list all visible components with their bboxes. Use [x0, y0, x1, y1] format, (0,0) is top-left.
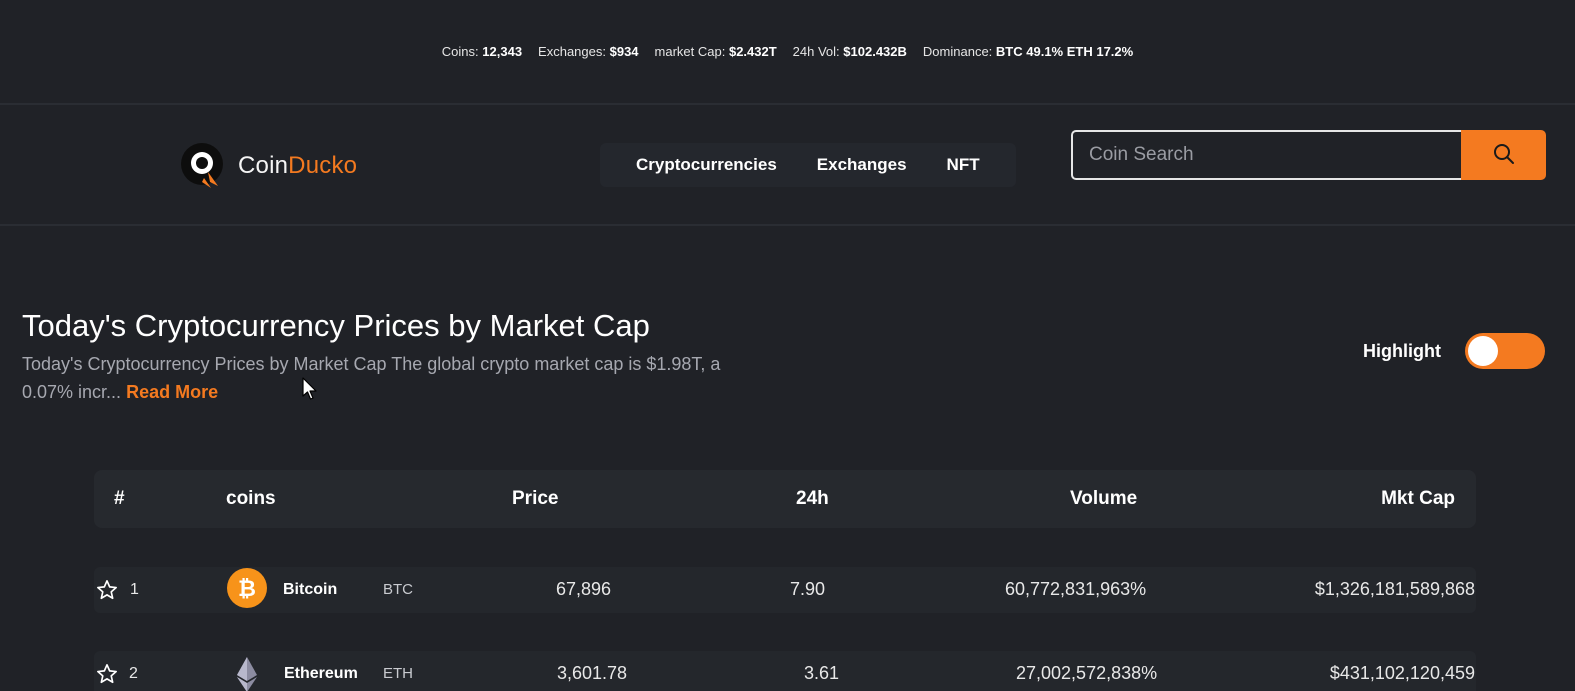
coin-market-cap: $431,102,120,459 [1329, 663, 1475, 683]
stat-coins: Coins: 12,343 [441, 44, 523, 59]
header-coins[interactable]: coins [226, 488, 276, 510]
read-more-link[interactable]: Read More [126, 382, 218, 402]
star-icon[interactable] [96, 579, 118, 601]
coin-symbol: BTC [383, 581, 413, 598]
search-icon [1492, 142, 1516, 169]
coin-24h-change: 7.90 [790, 579, 826, 599]
page-title: Today's Cryptocurrency Prices by Market … [22, 308, 650, 343]
global-stats-bar: Coins: 12,343 Exchanges: $934 market Cap… [0, 0, 1575, 103]
main-nav: Cryptocurrencies Exchanges NFT [600, 143, 1016, 187]
site-logo[interactable]: CoinDucko [178, 142, 357, 190]
svg-text:₿: ₿ [238, 577, 256, 602]
coin-24h-change: 3.61 [804, 663, 840, 683]
row-rank: 2 [129, 665, 138, 682]
coin-volume: 27,002,572,838% [1016, 663, 1158, 683]
highlight-control: Highlight [1363, 333, 1545, 369]
duck-logo-icon [178, 142, 226, 190]
nav-exchanges[interactable]: Exchanges [817, 155, 907, 175]
coin-search [1071, 130, 1546, 180]
coin-volume: 60,772,831,963% [1005, 579, 1147, 599]
coin-symbol: ETH [383, 665, 413, 682]
coin-market-cap: $1,326,181,589,868 [1314, 579, 1475, 599]
search-button[interactable] [1461, 130, 1546, 180]
header-price[interactable]: Price [512, 488, 558, 510]
nav-cryptocurrencies[interactable]: Cryptocurrencies [636, 155, 777, 175]
coin-name[interactable]: Ethereum [284, 665, 358, 683]
stat-24h-volume: 24h Vol: $102.432B [792, 44, 907, 59]
bitcoin-icon: ₿ [227, 568, 267, 608]
header-rank[interactable]: # [114, 488, 125, 510]
stat-exchanges: Exchanges: $934 [538, 44, 639, 59]
coin-name[interactable]: Bitcoin [283, 581, 337, 599]
table-row[interactable]: 1 ₿ Bitcoin BTC 67,896 7.90 60,772,831,9… [94, 567, 1476, 613]
header-mkt-cap[interactable]: Mkt Cap [1381, 488, 1455, 510]
stat-market-cap: market Cap: $2.432T [654, 44, 777, 59]
table-row[interactable]: 2 Ethereum ETH 3,601.78 3.61 27,002,572,… [94, 651, 1476, 691]
stat-dominance: Dominance: BTC 49.1% ETH 17.2% [922, 44, 1134, 59]
logo-text: CoinDucko [238, 152, 358, 179]
coin-price: 3,601.78 [557, 663, 628, 683]
header-divider [0, 224, 1575, 226]
coin-price: 67,896 [556, 579, 612, 599]
star-icon[interactable] [96, 663, 118, 685]
page-description: Today's Cryptocurrency Prices by Market … [22, 350, 752, 406]
header-volume[interactable]: Volume [1070, 488, 1137, 510]
site-header: CoinDucko Cryptocurrencies Exchanges NFT [0, 105, 1575, 225]
search-input[interactable] [1071, 130, 1461, 180]
mouse-cursor-icon [302, 377, 318, 401]
nav-nft[interactable]: NFT [947, 155, 980, 175]
ethereum-icon [227, 654, 267, 691]
highlight-toggle[interactable] [1464, 333, 1545, 369]
table-header: # coins Price 24h Volume Mkt Cap [94, 470, 1476, 528]
toggle-knob [1467, 336, 1498, 366]
highlight-label: Highlight [1363, 340, 1441, 361]
header-24h[interactable]: 24h [796, 488, 829, 510]
row-rank: 1 [130, 581, 139, 598]
